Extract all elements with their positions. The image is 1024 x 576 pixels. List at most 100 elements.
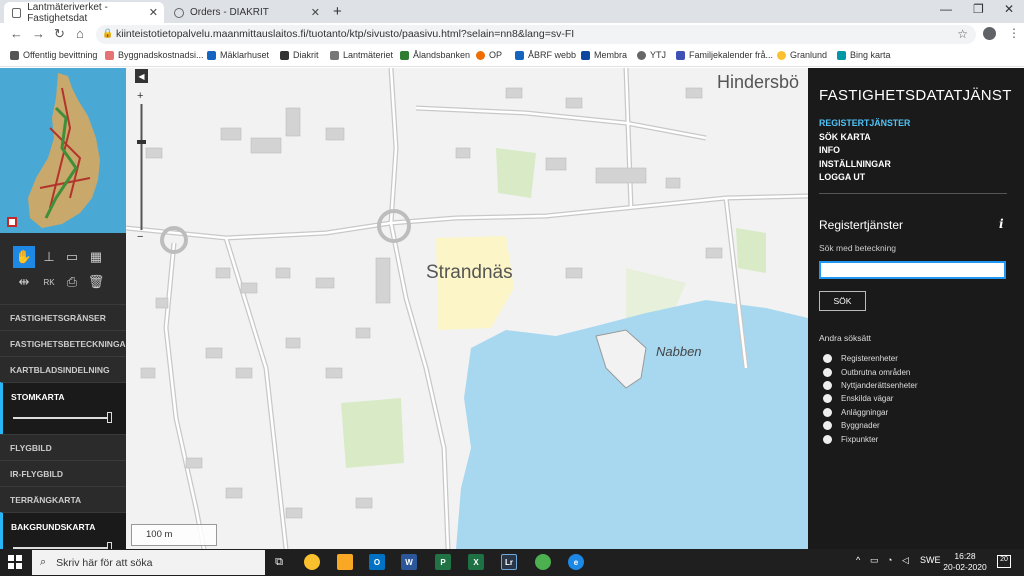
info-icon[interactable]: i bbox=[999, 217, 1004, 231]
opacity-slider[interactable] bbox=[13, 412, 112, 423]
lightroom-icon[interactable]: Lr bbox=[501, 554, 517, 570]
overview-minimap[interactable] bbox=[0, 68, 126, 233]
windows-start-icon[interactable] bbox=[8, 555, 22, 569]
close-window-button[interactable]: ✕ bbox=[1004, 2, 1014, 16]
app-icon[interactable] bbox=[535, 554, 551, 570]
bookmark-item[interactable]: YTJ bbox=[637, 50, 666, 60]
layer-label: STOMKARTA bbox=[11, 392, 65, 402]
rk-icon[interactable]: RK bbox=[38, 271, 60, 293]
bookmark-item[interactable]: OP bbox=[476, 50, 502, 60]
close-tab-icon[interactable]: ✕ bbox=[149, 6, 158, 19]
menu-registertjanster[interactable]: REGISTERTJÄNSTER bbox=[819, 118, 910, 132]
file-explorer-icon[interactable] bbox=[337, 554, 353, 570]
radio-nyttjanderattsenheter[interactable]: Nyttjanderättsenheter bbox=[823, 379, 918, 392]
taskbar-search[interactable]: ⌕ Skriv här för att söka bbox=[32, 550, 265, 575]
pin-icon[interactable]: ⊥ bbox=[38, 246, 60, 268]
layer-label: BAKGRUNDSKARTA bbox=[11, 522, 96, 532]
new-tab-button[interactable]: + bbox=[333, 3, 342, 20]
trash-icon[interactable]: 🗑 bbox=[85, 271, 107, 293]
bookmark-item[interactable]: ÅBRF webb bbox=[515, 50, 576, 60]
outlook-icon[interactable]: O bbox=[369, 554, 385, 570]
bookmark-item[interactable]: Granlund bbox=[777, 50, 827, 60]
excel-icon[interactable]: X bbox=[468, 554, 484, 570]
menu-info[interactable]: INFO bbox=[819, 145, 910, 159]
section-title: Registertjänster bbox=[819, 218, 904, 232]
restore-button[interactable]: ❐ bbox=[973, 2, 984, 16]
hand-icon[interactable]: ✋ bbox=[13, 246, 35, 268]
windows-taskbar: ⌕ Skriv här för att söka ⧉ O W P X Lr e … bbox=[0, 549, 1024, 576]
radio-anlaggningar[interactable]: Anläggningar bbox=[823, 406, 918, 419]
page-icon bbox=[12, 7, 22, 18]
radio-registerenheter[interactable]: Registerenheter bbox=[823, 352, 918, 365]
move-icon[interactable]: ⇹ bbox=[13, 271, 35, 293]
bookmark-star-icon[interactable]: ☆ bbox=[957, 27, 968, 41]
area-icon[interactable]: ▦ bbox=[85, 246, 107, 268]
menu-icon[interactable]: ⋮ bbox=[1008, 26, 1020, 40]
ruler-icon[interactable]: ▭ bbox=[61, 246, 83, 268]
task-view-icon[interactable]: ⧉ bbox=[268, 552, 290, 573]
collapse-panel-button[interactable]: ◀ bbox=[135, 69, 148, 83]
layer-fastighetsgranser[interactable]: FASTIGHETSGRÄNSER bbox=[0, 304, 126, 330]
url-field[interactable]: 🔒 kiinteistotietopalvelu.maanmittauslait… bbox=[96, 25, 976, 44]
bookmark-item[interactable]: Byggnadskostnadsi... bbox=[105, 50, 204, 60]
edge-icon[interactable]: e bbox=[568, 554, 584, 570]
bookmark-item[interactable]: Lantmäteriet bbox=[330, 50, 393, 60]
notification-center-icon[interactable]: 20 bbox=[997, 555, 1011, 568]
radio-enskilda-vagar[interactable]: Enskilda vägar bbox=[823, 392, 918, 405]
back-icon[interactable]: ← bbox=[10, 26, 23, 41]
zoom-control[interactable]: + − bbox=[137, 90, 146, 243]
layer-terrangkarta[interactable]: TERRÄNGKARTA bbox=[0, 486, 126, 512]
slider-thumb[interactable] bbox=[107, 412, 112, 423]
battery-icon[interactable]: ▭ bbox=[870, 555, 879, 566]
search-input[interactable] bbox=[819, 261, 1006, 279]
profile-avatar[interactable] bbox=[983, 27, 996, 40]
show-hidden-icons[interactable]: ^ bbox=[856, 555, 860, 565]
clock[interactable]: 16:28 20-02-2020 bbox=[940, 551, 990, 573]
radio-byggnader[interactable]: Byggnader bbox=[823, 419, 918, 432]
address-bar-row: ← → ↻ ⌂ 🔒 kiinteistotietopalvelu.maanmit… bbox=[0, 23, 1024, 46]
bookmark-item[interactable]: Familjekalender frå... bbox=[676, 50, 773, 60]
bookmark-item[interactable]: Diakrit bbox=[280, 50, 319, 60]
word-icon[interactable]: W bbox=[401, 554, 417, 570]
layer-ir-flygbild[interactable]: IR-FLYGBILD bbox=[0, 460, 126, 486]
menu-installningar[interactable]: INSTÄLLNINGAR bbox=[819, 159, 910, 173]
chrome-icon[interactable] bbox=[304, 554, 320, 570]
home-icon[interactable]: ⌂ bbox=[76, 26, 84, 41]
map-canvas[interactable]: Hindersbö Strandnäs Nabben bbox=[126, 68, 808, 549]
close-tab-icon[interactable]: ✕ bbox=[311, 6, 320, 19]
bookmark-item[interactable]: Bing karta bbox=[837, 50, 891, 60]
map-toolbar: ✋ ⊥ ▭ ▦ ⇹ RK ⎙ 🗑 bbox=[0, 243, 126, 298]
layer-kartbladsindelning[interactable]: KARTBLADSINDELNING bbox=[0, 356, 126, 382]
layer-stomkarta[interactable]: STOMKARTA bbox=[0, 382, 126, 434]
bookmarks-bar: Offentlig bevittning Byggnadskostnadsi..… bbox=[0, 46, 1024, 67]
forward-icon[interactable]: → bbox=[32, 26, 45, 41]
search-button[interactable]: SÖK bbox=[819, 291, 866, 311]
service-title: FASTIGHETSDATATJÄNST bbox=[819, 87, 1012, 104]
bookmark-item[interactable]: Mäklarhuset bbox=[207, 50, 269, 60]
tab-orders[interactable]: Orders - DIAKRIT ✕ bbox=[166, 2, 326, 23]
url-text: kiinteistotietopalvelu.maanmittauslaitos… bbox=[116, 28, 575, 40]
divider bbox=[819, 193, 1007, 194]
tab-lantmateriverket[interactable]: Lantmäteriverket - Fastighetsdat ✕ bbox=[4, 2, 164, 24]
layer-fastighetsbeteckningar[interactable]: FASTIGHETSBETECKNINGAR bbox=[0, 330, 132, 356]
tab-title: Orders - DIAKRIT bbox=[190, 7, 269, 18]
reload-icon[interactable]: ↻ bbox=[54, 26, 65, 42]
radio-outbrutna-omraden[interactable]: Outbrutna områden bbox=[823, 365, 918, 378]
network-icon[interactable]: ◔ bbox=[887, 555, 892, 565]
main-menu: REGISTERTJÄNSTER SÖK KARTA INFO INSTÄLLN… bbox=[819, 118, 910, 186]
bookmark-item[interactable]: Offentlig bevittning bbox=[10, 50, 97, 60]
svg-text:+: + bbox=[137, 90, 143, 102]
language-indicator[interactable]: SWE bbox=[920, 555, 941, 565]
menu-logga-ut[interactable]: LOGGA UT bbox=[819, 172, 910, 186]
menu-sok-karta[interactable]: SÖK KARTA bbox=[819, 132, 910, 146]
print-icon[interactable]: ⎙ bbox=[61, 271, 83, 293]
publisher-icon[interactable]: P bbox=[435, 554, 451, 570]
minimize-button[interactable]: — bbox=[940, 2, 952, 16]
bookmark-item[interactable]: Membra bbox=[581, 50, 627, 60]
layer-flygbild[interactable]: FLYGBILD bbox=[0, 434, 126, 460]
volume-icon[interactable]: ◁ bbox=[902, 555, 909, 566]
bookmark-item[interactable]: Ålandsbanken bbox=[400, 50, 470, 60]
radio-fixpunkter[interactable]: Fixpunkter bbox=[823, 432, 918, 445]
clock-time: 16:28 bbox=[954, 551, 976, 561]
browser-tab-strip: Lantmäteriverket - Fastighetsdat ✕ Order… bbox=[0, 0, 1024, 24]
